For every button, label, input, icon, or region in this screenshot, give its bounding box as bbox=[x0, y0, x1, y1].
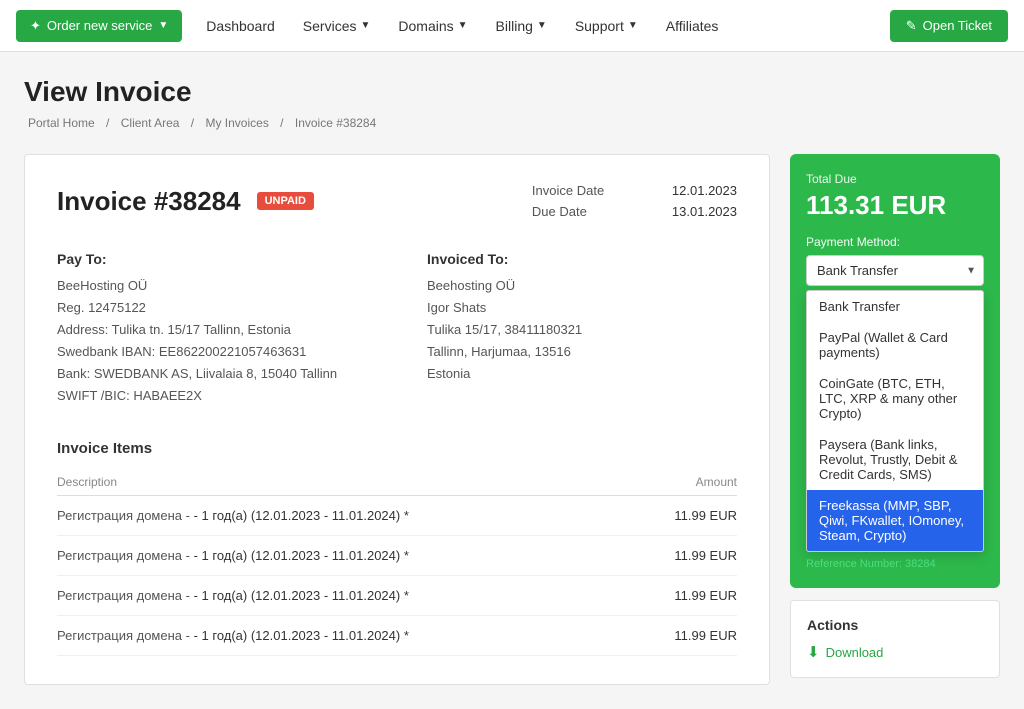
nav-billing[interactable]: Billing ▼ bbox=[484, 10, 559, 42]
download-link[interactable]: ⬇ Download bbox=[807, 643, 983, 661]
download-label: Download bbox=[826, 645, 884, 660]
payment-method-label: Payment Method: bbox=[806, 235, 984, 249]
nav-support[interactable]: Support ▼ bbox=[563, 10, 650, 42]
invoice-items-title: Invoice Items bbox=[57, 440, 737, 457]
table-row: Регистрация домена - - 1 год(а) (12.01.2… bbox=[57, 575, 737, 615]
invoice-card: Invoice #38284 UNPAID Invoice Date 12.01… bbox=[24, 154, 770, 685]
description-col-header: Description bbox=[57, 469, 634, 496]
total-amount: 113.31 EUR bbox=[806, 190, 984, 221]
invoice-header: Invoice #38284 UNPAID Invoice Date 12.01… bbox=[57, 183, 737, 219]
due-date-label: Due Date bbox=[532, 204, 632, 219]
order-caret-icon: ▼ bbox=[158, 20, 168, 31]
invoice-date-value: 12.01.2023 bbox=[672, 183, 737, 198]
item-description: Регистрация домена - - 1 год(а) (12.01.2… bbox=[57, 575, 634, 615]
nav-services[interactable]: Services ▼ bbox=[291, 10, 383, 42]
invoice-number: Invoice #38284 bbox=[57, 186, 241, 217]
item-amount: 11.99 EUR bbox=[634, 615, 737, 655]
dropdown-item[interactable]: Paysera (Bank links, Revolut, Trustly, D… bbox=[807, 429, 983, 490]
navbar: ✦ Order new service ▼ Dashboard Services… bbox=[0, 0, 1024, 52]
invoiced-to-detail: Beehosting OÜIgor ShatsTulika 15/17, 384… bbox=[427, 275, 737, 385]
table-row: Регистрация домена - - 1 год(а) (12.01.2… bbox=[57, 615, 737, 655]
item-description: Регистрация домена - - 1 год(а) (12.01.2… bbox=[57, 495, 634, 535]
pay-to-title: Pay To: bbox=[57, 251, 367, 267]
invoiced-to-title: Invoiced To: bbox=[427, 251, 737, 267]
right-panel: Total Due 113.31 EUR Payment Method: Ban… bbox=[790, 154, 1000, 678]
ticket-icon: ✎ bbox=[906, 18, 917, 34]
nav-affiliates[interactable]: Affiliates bbox=[654, 10, 731, 42]
breadcrumb: Portal Home / Client Area / My Invoices … bbox=[24, 116, 1000, 130]
dropdown-item[interactable]: CoinGate (BTC, ETH, LTC, XRP & many othe… bbox=[807, 368, 983, 429]
item-amount: 11.99 EUR bbox=[634, 535, 737, 575]
invoice-parties: Pay To: BeeHosting OÜReg. 12475122Addres… bbox=[57, 251, 737, 408]
support-caret-icon: ▼ bbox=[628, 20, 638, 31]
invoice-dates: Invoice Date 12.01.2023 Due Date 13.01.2… bbox=[532, 183, 737, 219]
item-description: Регистрация домена - - 1 год(а) (12.01.2… bbox=[57, 535, 634, 575]
nav-dashboard[interactable]: Dashboard bbox=[194, 10, 287, 42]
download-icon: ⬇ bbox=[807, 643, 820, 661]
invoice-items-table: Description Amount Регистрация домена - … bbox=[57, 469, 737, 656]
payment-select-wrapper: Bank TransferPayPal (Wallet & Card payme… bbox=[806, 255, 984, 286]
order-new-service-button[interactable]: ✦ Order new service ▼ bbox=[16, 10, 182, 42]
page-title: View Invoice bbox=[24, 76, 1000, 108]
invoice-date-label: Invoice Date bbox=[532, 183, 632, 198]
reference-text: Reference Number: 38284 bbox=[806, 558, 984, 570]
item-amount: 11.99 EUR bbox=[634, 495, 737, 535]
domains-caret-icon: ▼ bbox=[458, 20, 468, 31]
actions-title: Actions bbox=[807, 617, 983, 633]
total-label: Total Due bbox=[806, 172, 984, 186]
item-amount: 11.99 EUR bbox=[634, 575, 737, 615]
payment-method-select[interactable]: Bank TransferPayPal (Wallet & Card payme… bbox=[806, 255, 984, 286]
actions-section: Actions ⬇ Download bbox=[790, 600, 1000, 678]
table-row: Регистрация домена - - 1 год(а) (12.01.2… bbox=[57, 495, 737, 535]
due-date-row: Due Date 13.01.2023 bbox=[532, 204, 737, 219]
invoiced-to-section: Invoiced To: Beehosting OÜIgor ShatsTuli… bbox=[427, 251, 737, 408]
status-badge: UNPAID bbox=[257, 192, 314, 210]
dropdown-item[interactable]: Freekassa (MMP, SBP, Qiwi, FKwallet, IOm… bbox=[807, 490, 983, 551]
nav-domains[interactable]: Domains ▼ bbox=[386, 10, 479, 42]
order-icon: ✦ bbox=[30, 18, 41, 34]
invoice-date-row: Invoice Date 12.01.2023 bbox=[532, 183, 737, 198]
services-caret-icon: ▼ bbox=[360, 20, 370, 31]
amount-col-header: Amount bbox=[634, 469, 737, 496]
due-date-value: 13.01.2023 bbox=[672, 204, 737, 219]
main-layout: Invoice #38284 UNPAID Invoice Date 12.01… bbox=[24, 154, 1000, 685]
pay-to-detail: BeeHosting OÜReg. 12475122Address: Tulik… bbox=[57, 275, 367, 408]
total-card: Total Due 113.31 EUR Payment Method: Ban… bbox=[790, 154, 1000, 588]
table-row: Регистрация домена - - 1 год(а) (12.01.2… bbox=[57, 535, 737, 575]
dropdown-item[interactable]: PayPal (Wallet & Card payments) bbox=[807, 322, 983, 368]
payment-dropdown: Bank TransferPayPal (Wallet & Card payme… bbox=[806, 290, 984, 552]
open-ticket-button[interactable]: ✎ Open Ticket bbox=[890, 10, 1008, 42]
pay-to-section: Pay To: BeeHosting OÜReg. 12475122Addres… bbox=[57, 251, 367, 408]
dropdown-item[interactable]: Bank Transfer bbox=[807, 291, 983, 322]
billing-caret-icon: ▼ bbox=[537, 20, 547, 31]
item-description: Регистрация домена - - 1 год(а) (12.01.2… bbox=[57, 615, 634, 655]
